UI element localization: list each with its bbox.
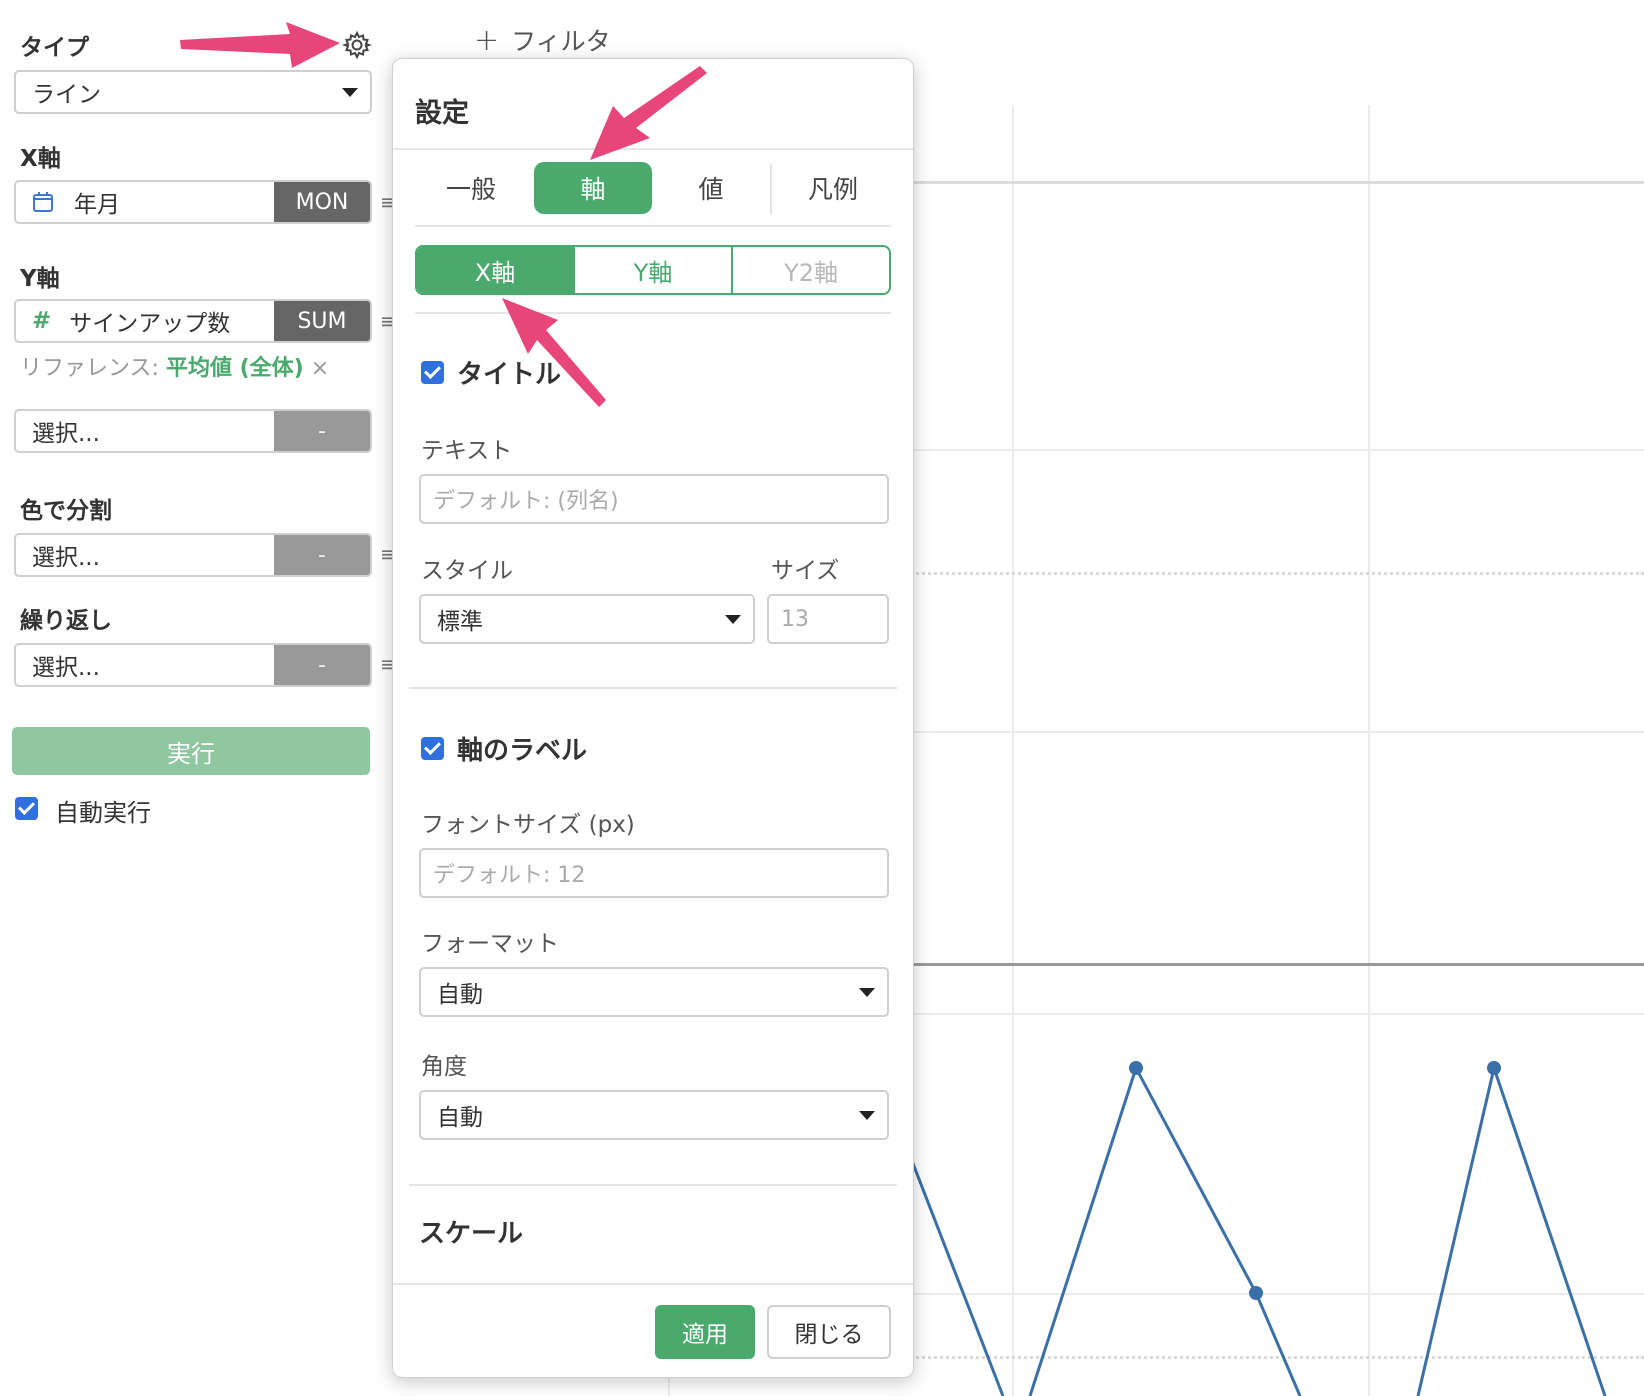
angle-value: 自動 <box>437 1105 483 1131</box>
y2-axis-field[interactable]: 選択... - <box>14 409 372 453</box>
reference-prefix: リファレンス: <box>20 356 166 381</box>
plus-icon: + <box>474 22 500 58</box>
color-split-label: 色で分割 <box>20 498 112 524</box>
angle-select[interactable]: 自動 <box>419 1090 889 1140</box>
data-point <box>1249 1286 1263 1300</box>
title-size-input[interactable]: 13 <box>767 594 889 644</box>
footer-divider <box>393 1283 913 1285</box>
scale-heading: スケール <box>419 1219 524 1249</box>
color-split-field-placeholder: 選択... <box>32 545 100 571</box>
chevron-down-icon <box>725 615 741 624</box>
title-style-select[interactable]: 標準 <box>419 594 755 644</box>
add-filter-label: フィルタ <box>511 27 611 56</box>
reference-line-info: リファレンス: 平均値 (全体) × <box>20 350 329 382</box>
chevron-down-icon <box>342 88 358 97</box>
type-label: タイプ <box>20 35 89 61</box>
calendar-icon <box>33 192 53 212</box>
repeat-field[interactable]: 選択... - <box>14 643 372 687</box>
title-text-input[interactable]: デフォルト: (列名) <box>419 474 889 524</box>
tab-legend[interactable]: 凡例 <box>775 162 891 214</box>
auto-run-checkbox[interactable] <box>15 797 38 820</box>
x-axis-label: X軸 <box>20 146 61 172</box>
chart-type-value: ライン <box>32 82 101 108</box>
axis-tab-x[interactable]: X軸 <box>417 247 573 293</box>
font-size-label: フォントサイズ (px) <box>421 812 635 838</box>
x-axis-field[interactable]: 年月 MON <box>14 180 372 224</box>
font-size-input[interactable]: デフォルト: 12 <box>419 848 889 898</box>
axis-label-checkbox[interactable] <box>421 737 444 760</box>
chevron-down-icon <box>859 988 875 997</box>
title-text-placeholder: デフォルト: (列名) <box>433 489 619 514</box>
format-label: フォーマット <box>421 931 559 957</box>
repeat-field-placeholder: 選択... <box>32 655 100 681</box>
divider <box>409 1184 897 1186</box>
add-filter-button[interactable]: + フィルタ <box>474 22 611 58</box>
dialog-title: 設定 <box>415 98 469 129</box>
size-label: サイズ <box>771 558 840 584</box>
tab-value[interactable]: 値 <box>655 162 767 214</box>
angle-label: 角度 <box>421 1054 467 1080</box>
run-button[interactable]: 実行 <box>12 727 370 775</box>
auto-run-label: 自動実行 <box>55 799 151 827</box>
repeat-aggregation-button[interactable]: - <box>274 645 370 685</box>
text-label: テキスト <box>421 438 513 464</box>
hash-icon: # <box>32 308 52 334</box>
axis-label-section-label: 軸のラベル <box>457 736 588 766</box>
close-button[interactable]: 閉じる <box>767 1305 891 1359</box>
color-split-aggregation-button[interactable]: - <box>274 535 370 575</box>
tab-general[interactable]: 一般 <box>415 162 527 214</box>
tab-separator <box>770 164 772 214</box>
color-split-field[interactable]: 選択... - <box>14 533 372 577</box>
y-axis-field-name: サインアップ数 <box>69 311 231 337</box>
font-size-placeholder: デフォルト: 12 <box>433 863 586 888</box>
reference-remove-icon[interactable]: × <box>311 356 329 381</box>
gear-icon[interactable] <box>342 30 372 60</box>
y-axis-field[interactable]: # サインアップ数 SUM <box>14 299 372 343</box>
repeat-label: 繰り返し <box>20 608 112 634</box>
divider <box>393 148 913 150</box>
axis-selector: X軸 Y軸 Y2軸 <box>415 245 891 295</box>
apply-button[interactable]: 適用 <box>655 1305 755 1359</box>
y-axis-aggregation-button[interactable]: SUM <box>274 301 370 341</box>
title-section-label: タイトル <box>457 360 562 390</box>
settings-dialog: 設定 一般 軸 値 凡例 X軸 Y軸 Y2軸 タイトル テキスト デフォルト: … <box>392 58 914 1378</box>
title-checkbox[interactable] <box>421 361 444 384</box>
reference-link[interactable]: 平均値 (全体) <box>166 356 304 381</box>
tab-axis[interactable]: 軸 <box>534 162 652 214</box>
title-style-value: 標準 <box>437 609 483 635</box>
format-value: 自動 <box>437 982 483 1008</box>
format-select[interactable]: 自動 <box>419 967 889 1017</box>
chevron-down-icon <box>859 1111 875 1120</box>
y2-axis-field-placeholder: 選択... <box>32 421 100 447</box>
divider <box>415 225 891 227</box>
divider <box>409 687 897 689</box>
y2-axis-aggregation-button[interactable]: - <box>274 411 370 451</box>
x-axis-aggregation-button[interactable]: MON <box>274 182 370 222</box>
x-axis-field-name: 年月 <box>74 192 120 218</box>
title-size-placeholder: 13 <box>781 606 809 632</box>
divider <box>415 312 891 314</box>
axis-tab-y2[interactable]: Y2軸 <box>731 247 889 293</box>
chart-type-select[interactable]: ライン <box>14 70 372 114</box>
axis-tab-y[interactable]: Y軸 <box>573 247 731 293</box>
y-axis-label: Y軸 <box>20 266 60 292</box>
style-label: スタイル <box>421 558 513 584</box>
data-point <box>1487 1061 1501 1075</box>
data-point <box>1129 1061 1143 1075</box>
